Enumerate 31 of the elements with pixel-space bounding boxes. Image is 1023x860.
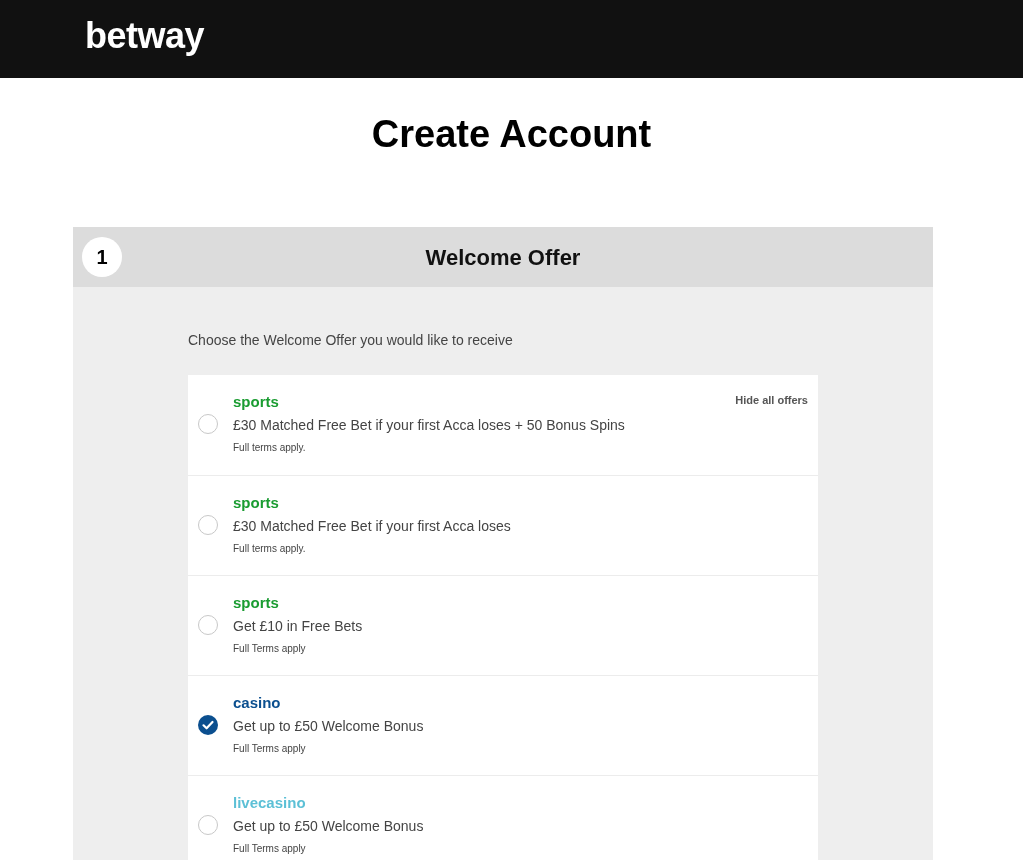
radio-unchecked-icon[interactable] [198,515,218,535]
offer-option[interactable]: sports Get £10 in Free Bets Full Terms apply [188,575,818,675]
terms-note: Full terms apply. [233,543,306,555]
page-title: Create Account [371,112,652,156]
terms-note: Full terms apply. [233,442,306,454]
offer-option[interactable]: sports £30 Matched Free Bet if your first Acca loses + 50 Bonus Spins Full terms apply. Hide all offers [188,375,818,475]
radio-unchecked-icon[interactable] [198,615,218,635]
offer-description: £30 Matched Free Bet if your first Acca loses [233,517,511,535]
offer-category: livecasino [233,794,306,812]
step-number: 1 [82,237,122,277]
offer-category: sports [233,393,279,411]
offer-option[interactable]: casino Get up to £50 Welcome Bonus Full Terms apply [188,675,818,775]
offer-category: casino [233,694,281,712]
offer-description: Get up to £50 Welcome Bonus [233,817,424,835]
offer-description: Get up to £50 Welcome Bonus [233,717,424,735]
betway-logo[interactable]: betway [85,18,205,60]
step-title: Welcome Offer [425,243,581,272]
offer-option[interactable]: livecasino Get up to £50 Welcome Bonus Full Terms apply [188,775,818,860]
terms-note: Full Terms apply [233,843,306,855]
offer-description: £30 Matched Free Bet if your first Acca loses + 50 Bonus Spins [233,416,625,434]
hide-offers-link[interactable]: Hide all offers [735,393,808,407]
terms-note: Full Terms apply [233,743,306,755]
offer-option[interactable]: sports £30 Matched Free Bet if your first Acca loses Full terms apply. [188,475,818,575]
terms-note: Full Terms apply [233,643,306,655]
offer-category: sports [233,594,279,612]
radio-unchecked-icon[interactable] [198,815,218,835]
offer-category: sports [233,494,279,512]
radio-checked-icon[interactable] [198,715,218,735]
offer-description: Get £10 in Free Bets [233,617,363,635]
radio-unchecked-icon[interactable] [198,414,218,434]
intro-text: Choose the Welcome Offer you would like to receive [188,331,513,349]
